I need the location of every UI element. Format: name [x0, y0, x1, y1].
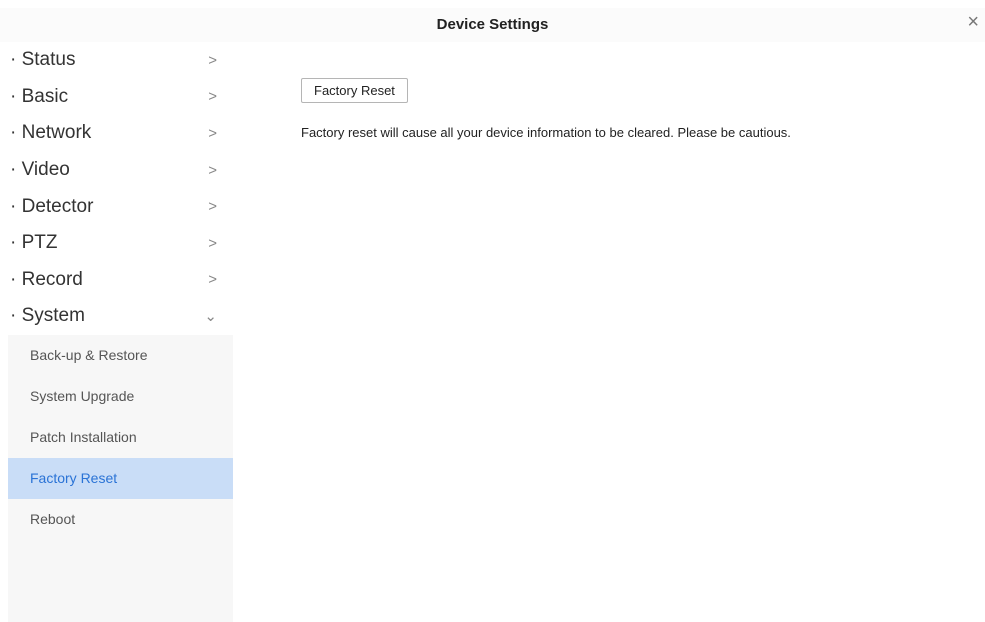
submenu-item-reboot[interactable]: Reboot — [8, 499, 233, 540]
chevron-right-icon: > — [208, 198, 217, 216]
chevron-right-icon: > — [208, 234, 217, 252]
submenu-item-system-upgrade[interactable]: System Upgrade — [8, 376, 233, 417]
submenu-item-patch-installation[interactable]: Patch Installation — [8, 417, 233, 458]
main-content: Factory Reset Factory reset will cause a… — [301, 78, 985, 140]
sidebar-item-network[interactable]: · Network > — [8, 115, 233, 152]
sidebar-item-basic[interactable]: · Basic > — [8, 78, 233, 116]
title-bar: Device Settings × — [0, 8, 985, 42]
factory-reset-description: Factory reset will cause all your device… — [301, 125, 791, 140]
close-icon[interactable]: × — [967, 12, 979, 32]
sidebar-item-label: · PTZ — [10, 232, 58, 254]
chevron-right-icon: > — [208, 271, 217, 289]
sidebar-item-status[interactable]: · Status > — [8, 42, 233, 79]
sidebar-item-detector[interactable]: · Detector > — [8, 188, 233, 225]
sidebar-item-record[interactable]: · Record > — [8, 261, 233, 299]
sidebar-item-video[interactable]: · Video > — [8, 151, 233, 189]
submenu-item-factory-reset[interactable]: Factory Reset — [8, 457, 233, 499]
chevron-down-icon: ⌄ — [204, 308, 217, 326]
sidebar: · Status > · Basic > · Network > · Video… — [8, 42, 233, 622]
sidebar-item-label: · Basic — [10, 85, 69, 107]
sidebar-item-label: · Video — [10, 159, 70, 181]
sidebar-item-label: · Status — [10, 49, 76, 71]
sidebar-item-ptz[interactable]: · PTZ > — [8, 224, 233, 262]
sidebar-item-label: · System — [10, 305, 85, 327]
system-submenu: Back-up & Restore System Upgrade Patch I… — [8, 334, 233, 540]
chevron-right-icon: > — [208, 88, 217, 106]
sidebar-item-label: · Network — [10, 122, 92, 144]
sidebar-item-label: · Record — [10, 268, 83, 290]
chevron-right-icon: > — [208, 161, 217, 179]
chevron-right-icon: > — [208, 124, 217, 142]
chevron-right-icon: > — [208, 51, 217, 69]
window-title: Device Settings — [436, 16, 549, 33]
submenu-item-backup-restore[interactable]: Back-up & Restore — [8, 335, 233, 376]
sidebar-item-label: · Detector — [10, 195, 94, 217]
sidebar-item-system[interactable]: · System ⌄ — [8, 298, 233, 335]
factory-reset-button[interactable]: Factory Reset — [301, 78, 408, 103]
